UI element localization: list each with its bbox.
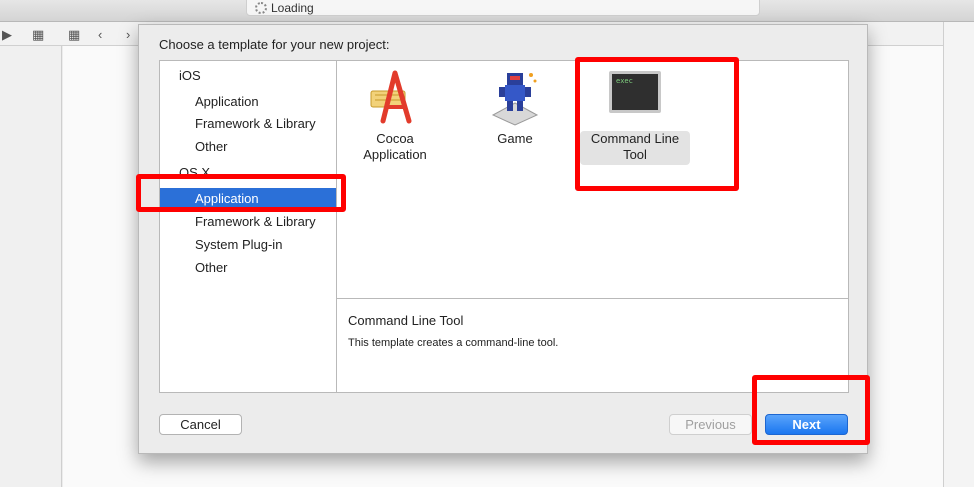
utilities-pane [943,22,974,487]
activity-viewer: Loading [246,0,760,16]
forward-arrow-icon[interactable]: › [126,27,130,42]
template-category-list: iOS Application Framework & Library Othe… [159,60,337,393]
category-ios-framework-library[interactable]: Framework & Library [195,116,316,131]
template-label-line1: Game [497,131,533,146]
grid-icon[interactable]: ▦ [68,27,80,43]
description-divider [337,298,848,299]
cocoa-app-icon [365,67,425,127]
sheet-heading: Choose a template for your new project: [159,37,390,52]
template-game[interactable]: Game [460,67,570,147]
highlight-osx-application [136,174,346,212]
cancel-button[interactable]: Cancel [159,414,242,435]
category-osx-system-plugin[interactable]: System Plug-in [195,237,282,252]
category-ios-other[interactable]: Other [195,139,228,154]
template-label-line1: Cocoa [376,131,414,146]
spinner-icon [255,2,267,14]
comment-icon[interactable]: ▦ [32,27,44,43]
previous-button[interactable]: Previous [669,414,752,435]
description-text: This template creates a command-line too… [348,337,559,349]
template-cocoa-application[interactable]: Cocoa Application [340,67,450,163]
category-group-ios: iOS [179,68,201,83]
highlight-command-line-tool [575,57,739,191]
category-osx-framework-library[interactable]: Framework & Library [195,214,316,229]
game-icon [485,67,545,127]
back-arrow-icon[interactable]: ‹ [98,27,102,42]
tag-icon[interactable]: ▶ [2,27,12,43]
category-ios-application[interactable]: Application [195,94,259,109]
template-label-line2: Application [363,147,427,162]
highlight-next-button [752,375,870,445]
category-osx-other[interactable]: Other [195,260,228,275]
navigator-pane [0,46,62,487]
description-title: Command Line Tool [348,313,464,328]
activity-status: Loading [271,1,314,15]
